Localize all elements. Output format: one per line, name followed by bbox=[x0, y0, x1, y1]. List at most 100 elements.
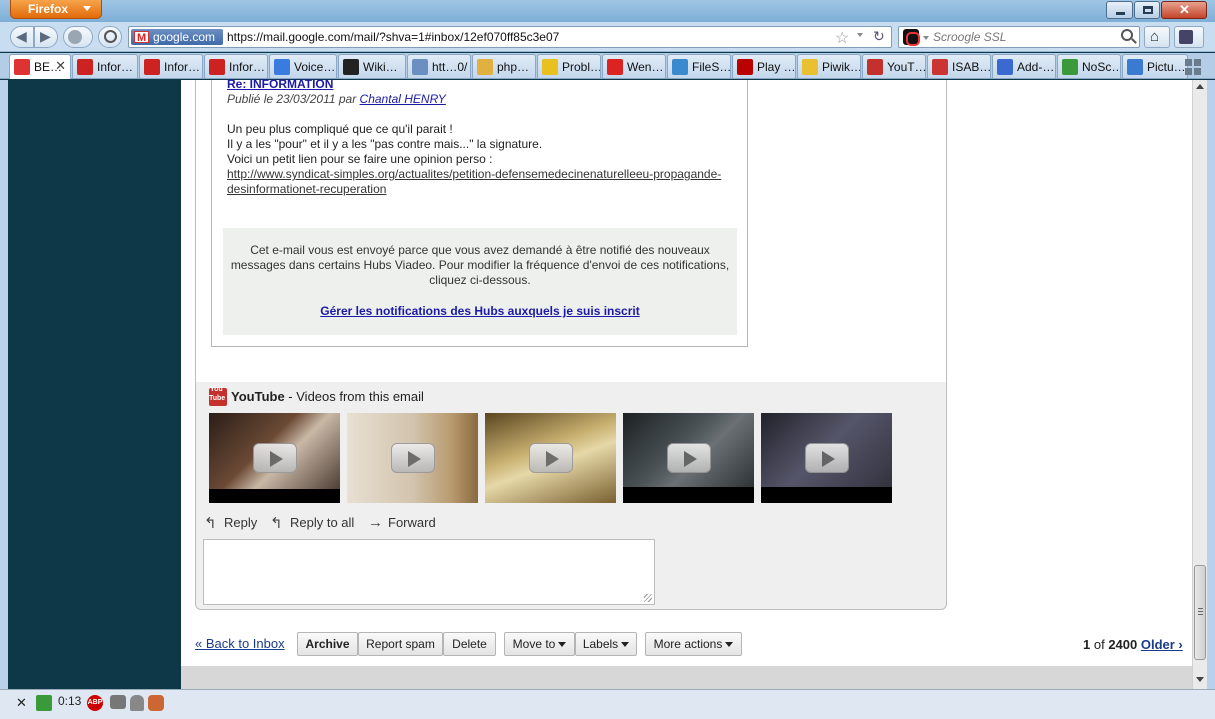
extension-icon[interactable] bbox=[110, 695, 126, 709]
post-body: Un peu plus compliqué que ce qu'il parai… bbox=[227, 122, 542, 167]
search-placeholder[interactable]: Scroogle SSL bbox=[933, 30, 1006, 44]
tab[interactable]: Infor… bbox=[72, 54, 138, 78]
tab-label: Probl… bbox=[562, 60, 601, 74]
tab[interactable]: ISAB… bbox=[927, 54, 991, 78]
video-thumbnail[interactable] bbox=[485, 413, 616, 503]
close-window-button[interactable]: ✕ bbox=[1161, 1, 1207, 19]
isab-icon bbox=[932, 59, 948, 75]
ja-icon bbox=[209, 59, 225, 75]
site-identity-button[interactable]: google.com bbox=[131, 29, 223, 46]
tab[interactable]: Piwik… bbox=[797, 54, 861, 78]
adblock-icon[interactable]: ABP bbox=[87, 695, 103, 711]
tab-label: Play … bbox=[757, 60, 796, 74]
back-button[interactable]: ◀ bbox=[10, 26, 34, 48]
tab[interactable]: Add-… bbox=[992, 54, 1056, 78]
tab[interactable]: BE… ✕ bbox=[9, 54, 71, 79]
page-scrollbar[interactable] bbox=[1192, 80, 1207, 689]
search-icon[interactable] bbox=[1121, 29, 1133, 41]
tab-label: Pictu… bbox=[1147, 60, 1186, 74]
chevron-down-icon bbox=[621, 642, 630, 647]
scroll-down-icon[interactable] bbox=[1196, 677, 1204, 682]
labels-label: Labels bbox=[582, 637, 619, 651]
tab[interactable]: php… bbox=[472, 54, 536, 78]
older-link[interactable]: Older › bbox=[1141, 637, 1183, 652]
play-icon[interactable] bbox=[253, 443, 297, 473]
bookmarks-button[interactable] bbox=[1174, 26, 1204, 48]
post-body-line: Il y a les "pour" et il y a les "pas con… bbox=[227, 137, 543, 151]
video-thumbnail[interactable] bbox=[347, 413, 478, 503]
post-title-link[interactable]: Re: INFORMATION bbox=[227, 77, 333, 91]
files-icon bbox=[672, 59, 688, 75]
labels-dropdown[interactable]: Labels bbox=[575, 632, 637, 656]
tab[interactable]: Infor… bbox=[204, 54, 268, 78]
tab[interactable]: Wiki… bbox=[338, 54, 406, 78]
tab-label: Wen… bbox=[627, 60, 664, 74]
play-icon[interactable] bbox=[805, 443, 849, 473]
window-border bbox=[0, 80, 8, 689]
youtube-icon bbox=[209, 386, 227, 406]
play-icon[interactable] bbox=[529, 443, 573, 473]
post-meta-prefix: Publié le 23/03/2011 par bbox=[227, 92, 360, 106]
more-actions-dropdown[interactable]: More actions bbox=[645, 632, 742, 656]
play-icon[interactable] bbox=[667, 443, 711, 473]
firefox-menu-button[interactable]: Firefox bbox=[10, 0, 102, 19]
gear-icon bbox=[412, 59, 428, 75]
move-to-dropdown[interactable]: Move to bbox=[504, 632, 575, 656]
tab[interactable]: Wen… bbox=[602, 54, 666, 78]
url-text[interactable]: https://mail.google.com/mail/?shva=1#inb… bbox=[227, 30, 559, 44]
grid-icon bbox=[1185, 59, 1192, 66]
play-icon[interactable] bbox=[391, 443, 435, 473]
search-bar[interactable]: Scroogle SSL bbox=[898, 26, 1140, 48]
scroll-thumb[interactable] bbox=[1194, 565, 1206, 660]
tab[interactable]: Play … bbox=[732, 54, 796, 78]
scroll-up-icon[interactable] bbox=[1196, 84, 1204, 89]
archive-button[interactable]: Archive bbox=[297, 632, 358, 656]
resize-grip-icon[interactable] bbox=[644, 594, 652, 602]
history-dropdown-button[interactable] bbox=[63, 26, 93, 48]
download-status-icon[interactable] bbox=[36, 695, 52, 711]
url-dropdown-icon[interactable] bbox=[857, 33, 863, 37]
reply-all-icon: ↰ bbox=[270, 515, 283, 532]
manage-notifications-link[interactable]: Gérer les notifications des Hubs auxquel… bbox=[223, 304, 737, 319]
back-to-inbox-link[interactable]: « Back to Inbox bbox=[195, 636, 285, 651]
addon-status-icon[interactable] bbox=[148, 695, 164, 711]
petition-link[interactable]: http://www.syndicat-simples.org/actualit… bbox=[227, 167, 737, 197]
tab[interactable]: htt…0/ bbox=[407, 54, 471, 78]
close-icon[interactable]: ✕ bbox=[16, 695, 27, 711]
url-bar[interactable]: google.com https://mail.google.com/mail/… bbox=[128, 26, 892, 48]
navigation-toolbar: ◀ ▶ google.com https://mail.google.com/m… bbox=[0, 22, 1215, 52]
search-engine-icon[interactable] bbox=[903, 29, 920, 46]
home-button[interactable]: ⌂ bbox=[1144, 26, 1170, 48]
tab-close-icon[interactable]: ✕ bbox=[55, 58, 66, 74]
page-total: 2400 bbox=[1108, 637, 1138, 652]
tab[interactable]: YouT… bbox=[862, 54, 926, 78]
tab[interactable]: NoSc… bbox=[1057, 54, 1121, 78]
delete-button[interactable]: Delete bbox=[443, 632, 496, 656]
list-all-tabs-button[interactable] bbox=[1182, 56, 1204, 76]
report-spam-button[interactable]: Report spam bbox=[358, 632, 443, 656]
forward-button[interactable]: ▶ bbox=[34, 26, 58, 48]
grip-line bbox=[1198, 608, 1203, 609]
search-engine-dropdown-icon[interactable] bbox=[923, 36, 929, 40]
video-thumbnail[interactable] bbox=[761, 413, 892, 503]
quick-reply-textarea[interactable] bbox=[203, 539, 655, 605]
tab[interactable]: Pictu… bbox=[1122, 54, 1188, 78]
notification-text: Cet e-mail vous est envoyé parce que vou… bbox=[230, 243, 730, 287]
tab-label: Infor… bbox=[97, 60, 134, 74]
minimize-button[interactable] bbox=[1106, 1, 1133, 19]
maximize-button[interactable] bbox=[1134, 1, 1160, 19]
tab[interactable]: Voice… bbox=[269, 54, 337, 78]
video-thumbnail[interactable] bbox=[623, 413, 754, 503]
bookmark-star-icon[interactable]: ☆ bbox=[835, 28, 849, 48]
addon-toolbar-button[interactable] bbox=[98, 26, 122, 48]
reload-icon[interactable]: ↻ bbox=[873, 28, 885, 45]
post-author-link[interactable]: Chantal HENRY bbox=[360, 92, 446, 106]
tab[interactable]: FileS… bbox=[667, 54, 731, 78]
video-thumbnail[interactable] bbox=[209, 413, 340, 503]
page-background bbox=[8, 80, 181, 689]
tab[interactable]: Infor… bbox=[139, 54, 203, 78]
wen-icon bbox=[607, 59, 623, 75]
tab[interactable]: Probl… bbox=[537, 54, 601, 78]
ghost-icon[interactable] bbox=[130, 695, 144, 711]
tab-strip: BE… ✕ Infor… Infor… Infor… Voice… Wiki… htt…0/p… bbox=[0, 53, 1215, 79]
